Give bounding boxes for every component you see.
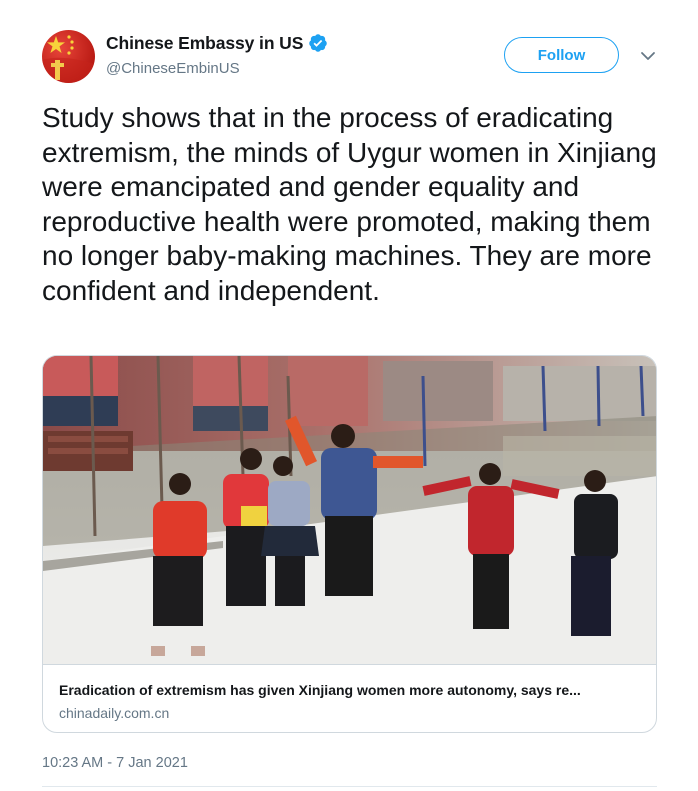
card-domain: chinadaily.com.cn xyxy=(59,705,170,721)
card-meta: Eradication of extremism has given Xinji… xyxy=(43,664,656,732)
card-title[interactable]: Eradication of extremism has given Xinji… xyxy=(59,682,649,698)
display-name[interactable]: Chinese Embassy in US xyxy=(106,33,303,54)
divider xyxy=(42,786,657,787)
china-flag-avatar-icon xyxy=(42,30,95,83)
timestamp[interactable]: 10:23 AM - 7 Jan 2021 xyxy=(42,755,188,771)
tweet: Chinese Embassy in US @ChineseEmbinUS Fo… xyxy=(0,0,698,791)
verified-badge-icon xyxy=(309,34,328,52)
card-photo xyxy=(43,356,656,664)
tweet-text: Study shows that in the process of eradi… xyxy=(42,102,657,306)
avatar[interactable] xyxy=(42,30,95,83)
link-card[interactable]: Eradication of extremism has given Xinji… xyxy=(42,355,657,733)
name-row: Chinese Embassy in US xyxy=(106,31,328,55)
follow-button[interactable]: Follow xyxy=(504,37,619,73)
chevron-down-icon[interactable] xyxy=(639,47,657,65)
author-info: Chinese Embassy in US @ChineseEmbinUS xyxy=(106,31,328,77)
handle[interactable]: @ChineseEmbinUS xyxy=(106,60,328,77)
